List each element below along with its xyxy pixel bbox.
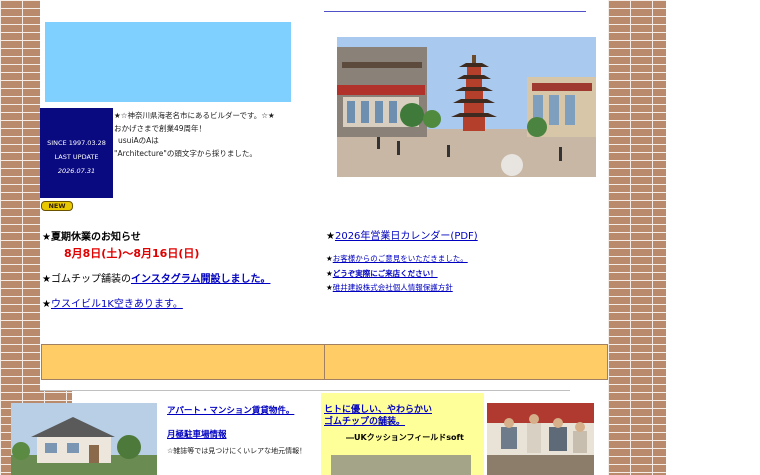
rubber-chip-box: ヒトに優しい、やわらかい ゴムチップの舗装。 ―UKクッションフィールドsoft (321, 393, 484, 475)
info-links: ★お客様からのご意見をいただきました。 ★どうぞ実際にご来店ください！ ★碓井建… (326, 252, 468, 296)
instagram-notice-prefix: ★ゴムチップ舗装の (42, 274, 131, 285)
plaza-pagoda-photo (337, 37, 596, 177)
opinion-prefix: ★ (326, 254, 333, 263)
customer-opinion-link[interactable]: お客様からのご意見をいただきました。 (333, 254, 468, 263)
instagram-notice: ★ゴムチップ舗装のインスタグラム開設しました。 (42, 270, 270, 285)
visit-item: ★どうぞ実際にご来店ください！ (326, 267, 468, 282)
since-label: SINCE 1997.03.28 (47, 139, 106, 147)
rubber-chip-photo[interactable] (331, 455, 471, 475)
calendar-pdf-link[interactable]: 2026年営業日カレンダー(PDF) (335, 231, 478, 242)
opinion-item: ★お客様からのご意見をいただきました。 (326, 252, 468, 267)
privacy-prefix: ★ (326, 283, 333, 292)
last-update-date: 2026.07.31 (57, 167, 96, 175)
summer-holiday-notice: ★夏期休業のお知らせ 8月8日(土)～8月16日(日) (42, 228, 199, 261)
privacy-item: ★碓井建設株式会社個人情報保護方針 (326, 281, 468, 296)
intro-line: ★☆神奈川県海老名市にあるビルダーです。☆★ (114, 111, 275, 120)
orange-banner-left[interactable] (42, 345, 324, 379)
calendar-item: ★2026年営業日カレンダー(PDF) (326, 227, 478, 242)
vacancy-notice: ★ウスイビル1K空きあります。 (42, 295, 183, 310)
intro-line: おかげさまで創業49周年！ (114, 123, 207, 133)
vacancy-link[interactable]: ウスイビル1K空きあります。 (51, 299, 183, 310)
summer-holiday-title: ★夏期休業のお知らせ (42, 232, 141, 243)
instagram-link[interactable]: インスタグラム開設しました。 (131, 274, 271, 285)
orange-banner-right[interactable] (324, 345, 607, 379)
since-box: SINCE 1997.03.28 LAST UPDATE 2026.07.31 (40, 108, 113, 198)
parking-info-link[interactable]: 月極駐車場情報 (167, 428, 317, 442)
bottom-divider (40, 390, 570, 391)
calendar-prefix: ★ (326, 231, 335, 242)
intro-line: usuiAのAは (118, 136, 159, 145)
new-badge: NEW (41, 201, 73, 211)
brick-wall-right (608, 0, 666, 475)
visit-prefix: ★ (326, 268, 333, 278)
last-update-label: LAST UPDATE (54, 153, 99, 161)
rubber-chip-link-line2[interactable]: ゴムチップの舗装。 (324, 416, 484, 428)
header-banner (45, 22, 291, 102)
intro-line: "Architecture"の頭文字から採りました。 (114, 148, 257, 158)
orange-banner-row (41, 344, 608, 380)
rental-property-link[interactable]: アパート・マンション賃貸物件。 (167, 404, 317, 418)
top-divider (324, 11, 586, 12)
rubber-chip-link-line1[interactable]: ヒトに優しい、やわらかい (324, 404, 484, 416)
local-info-note: ☆雑誌等では見つけにくいレアな地元情報！ (167, 447, 307, 455)
summer-holiday-dates: 8月8日(土)～8月16日(日) (64, 247, 200, 260)
privacy-policy-link[interactable]: 碓井建設株式会社個人情報保護方針 (333, 283, 453, 292)
visit-store-link[interactable]: どうぞ実際にご来店ください！ (333, 269, 438, 278)
rubber-chip-product: ―UKクッションフィールドsoft (346, 433, 464, 442)
right-margin (666, 0, 760, 475)
playground-photo[interactable] (487, 403, 594, 475)
vacancy-prefix: ★ (42, 299, 51, 310)
rental-section: アパート・マンション賃貸物件。 月極駐車場情報 ☆雑誌等では見つけにくいレアな地… (167, 404, 317, 457)
intro-text: ★☆神奈川県海老名市にあるビルダーです。☆★ おかげさまで創業49周年！ usu… (114, 110, 314, 160)
house-photo[interactable] (11, 403, 157, 475)
